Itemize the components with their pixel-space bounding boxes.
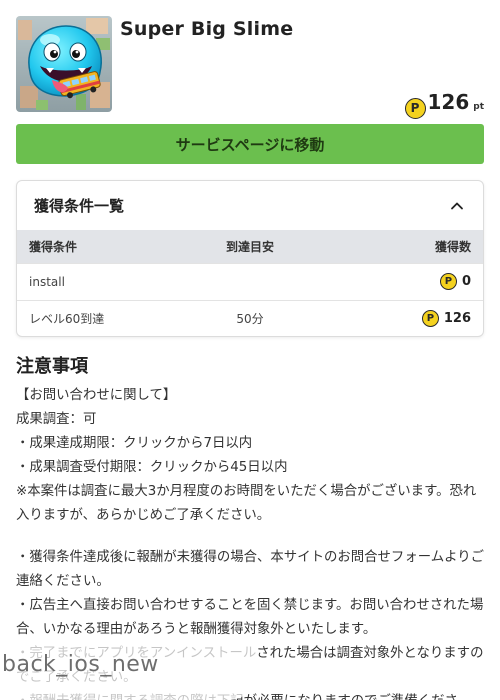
notes-line: ・成果調査受付期限：クリックから45日以内 (16, 460, 288, 475)
table-row: レベル60到達 50分 P 126 (17, 300, 483, 336)
reward-value: 0 (461, 274, 471, 289)
table-row: install P 0 (17, 263, 483, 300)
condition-cell: install (29, 274, 65, 289)
conditions-title: 獲得条件一覧 (34, 197, 125, 215)
page: Super Big Slime P 126 pt サービスページに移動 獲得条件… (0, 0, 500, 700)
back-icon-label[interactable]: back_ios_new (2, 652, 159, 677)
notes-line: ※本案件は調査に最大3か月程度のお時間をいただく場合がございます。恐れ入りますが… (16, 484, 477, 523)
reward-cell: P 126 (421, 310, 471, 328)
column-header-reward: 獲得数 (434, 239, 471, 254)
point-coin-icon: P (404, 97, 426, 119)
notes-spacer (16, 528, 486, 546)
point-coin-icon: P (421, 310, 439, 328)
slime-app-icon (16, 16, 112, 112)
points-display: P 126 pt (404, 90, 484, 119)
reward-cell-wrap: P 126 (297, 300, 483, 336)
column-header-target: 到達目安 (225, 239, 274, 254)
target-cell (203, 263, 296, 300)
reward-value: 126 (443, 311, 471, 327)
points-value: 126 (427, 90, 470, 114)
app-title: Super Big Slime (120, 18, 294, 40)
notes-line: ・獲得条件達成後に報酬が未獲得の場合、本サイトのお問合せフォームよりご連絡くださ… (16, 550, 484, 589)
point-coin-icon: P (439, 273, 457, 290)
table-header-row: 獲得条件 到達目安 獲得数 (17, 230, 483, 263)
chevron-up-icon (451, 202, 463, 209)
notes-title: 注意事項 (16, 356, 88, 377)
conditions-table: 獲得条件 到達目安 獲得数 install P 0 レベル60到達 50分 P … (17, 230, 483, 336)
conditions-panel: 獲得条件一覧 獲得条件 到達目安 獲得数 install P 0 レベル60到達… (16, 180, 484, 337)
reward-cell-wrap: P 0 (297, 263, 483, 300)
conditions-header-toggle[interactable]: 獲得条件一覧 (17, 181, 483, 230)
notes-line: ・成果達成期限：クリックから7日以内 (16, 436, 253, 451)
service-page-button[interactable]: サービスページに移動 (16, 124, 484, 164)
column-header-condition: 獲得条件 (29, 239, 78, 254)
condition-cell: レベル60到達 (29, 312, 105, 327)
points-unit: pt (473, 102, 484, 112)
notes-line: 【お問い合わせに関して】 (16, 388, 177, 403)
notes-line: ・広告主へ直接お問い合わせすることを固く禁じます。お問い合わせされた場合、いかな… (16, 598, 484, 637)
target-cell: 50分 (236, 312, 264, 327)
app-header: Super Big Slime P 126 pt (16, 16, 484, 119)
reward-cell: P 0 (439, 273, 471, 290)
notes-line: 成果調査：可 (16, 412, 97, 427)
